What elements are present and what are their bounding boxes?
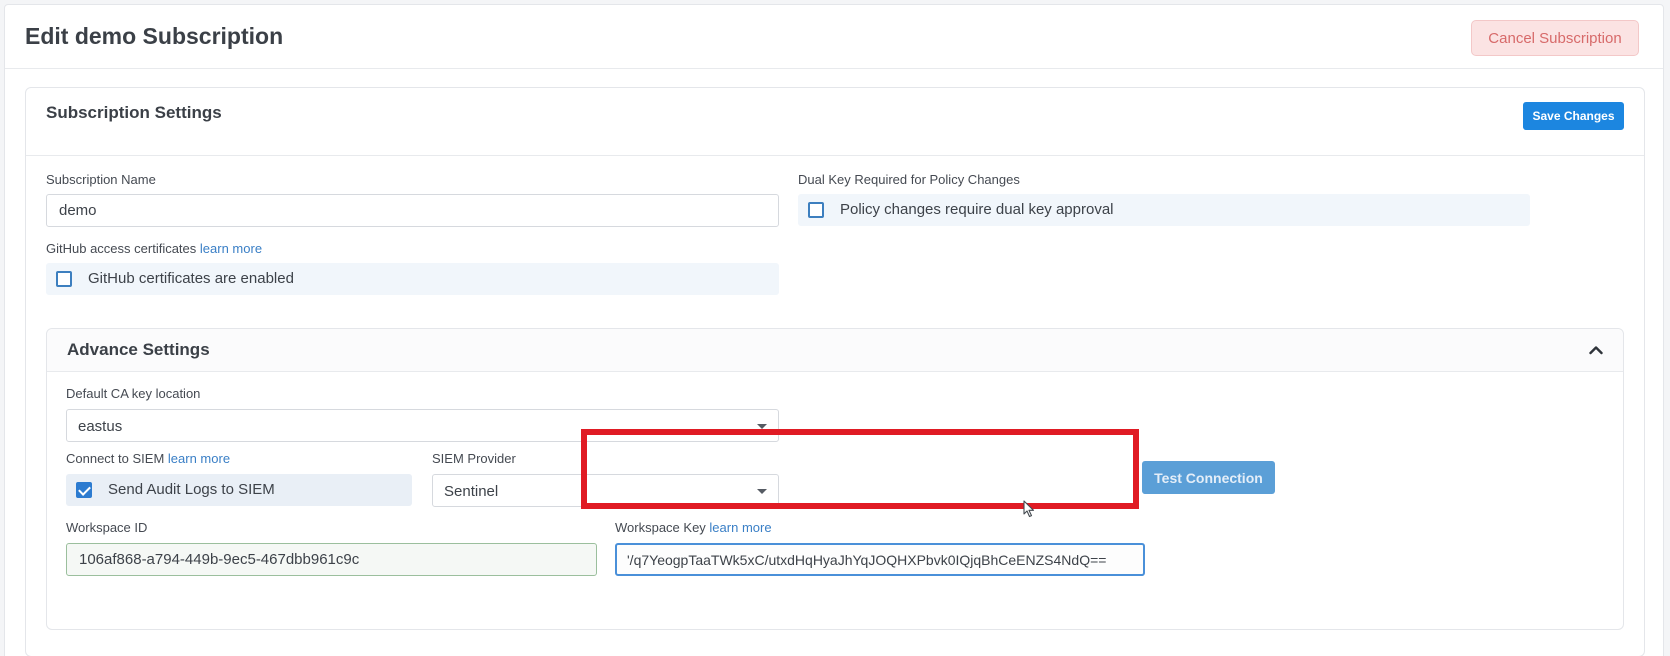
- edit-subscription-page: Edit demo Subscription Cancel Subscripti…: [4, 4, 1664, 656]
- mouse-cursor-icon: [1023, 500, 1035, 518]
- ca-location-value: eastus: [78, 418, 123, 435]
- subscription-name-input[interactable]: [46, 194, 779, 227]
- cancel-subscription-button[interactable]: Cancel Subscription: [1471, 20, 1639, 56]
- ca-location-select[interactable]: eastus: [66, 409, 779, 442]
- workspace-key-learn-more-link[interactable]: learn more: [709, 520, 771, 535]
- siem-checkbox-row[interactable]: Send Audit Logs to SIEM: [66, 474, 412, 506]
- workspace-id-input[interactable]: [66, 543, 597, 576]
- advance-settings-header[interactable]: Advance Settings: [47, 329, 1623, 372]
- github-certificates-label: GitHub access certificates learn more: [46, 241, 262, 256]
- siem-provider-label: SIEM Provider: [432, 451, 516, 466]
- dual-key-checkbox[interactable]: [808, 202, 824, 218]
- page-header: Edit demo Subscription Cancel Subscripti…: [5, 5, 1663, 69]
- dropdown-caret-icon: [757, 489, 767, 494]
- siem-learn-more-link[interactable]: learn more: [168, 451, 230, 466]
- siem-label-text: Connect to SIEM: [66, 451, 165, 466]
- siem-label: Connect to SIEM learn more: [66, 451, 230, 466]
- test-connection-button[interactable]: Test Connection: [1142, 461, 1275, 494]
- chevron-up-icon[interactable]: [1589, 343, 1603, 357]
- siem-provider-select[interactable]: Sentinel: [432, 474, 779, 507]
- dropdown-caret-icon: [757, 424, 767, 429]
- settings-card-title: Subscription Settings: [46, 103, 222, 122]
- ca-location-label: Default CA key location: [66, 386, 201, 401]
- github-checkbox-label: GitHub certificates are enabled: [88, 270, 294, 287]
- subscription-name-label: Subscription Name: [46, 172, 156, 187]
- workspace-key-label-text: Workspace Key: [615, 520, 706, 535]
- github-learn-more-link[interactable]: learn more: [200, 241, 262, 256]
- advance-settings-panel: Advance Settings Default CA key location…: [46, 328, 1624, 630]
- siem-checkbox-label: Send Audit Logs to SIEM: [108, 481, 275, 498]
- github-checkbox[interactable]: [56, 271, 72, 287]
- github-checkbox-row[interactable]: GitHub certificates are enabled: [46, 263, 779, 295]
- save-changes-button[interactable]: Save Changes: [1523, 102, 1624, 130]
- workspace-key-input[interactable]: [615, 543, 1145, 576]
- workspace-id-label: Workspace ID: [66, 520, 148, 535]
- advance-settings-title: Advance Settings: [67, 340, 210, 359]
- settings-card-header: Subscription Settings Save Changes: [26, 88, 1644, 156]
- dual-key-checkbox-row[interactable]: Policy changes require dual key approval: [798, 194, 1530, 226]
- dual-key-checkbox-label: Policy changes require dual key approval: [840, 201, 1114, 218]
- siem-provider-value: Sentinel: [444, 483, 499, 500]
- dual-key-label: Dual Key Required for Policy Changes: [798, 172, 1020, 187]
- siem-checkbox[interactable]: [76, 482, 92, 498]
- subscription-settings-card: Subscription Settings Save Changes Subsc…: [25, 87, 1645, 656]
- page-title: Edit demo Subscription: [25, 23, 284, 49]
- github-certificates-label-text: GitHub access certificates: [46, 241, 197, 256]
- workspace-key-label: Workspace Key learn more: [615, 520, 772, 535]
